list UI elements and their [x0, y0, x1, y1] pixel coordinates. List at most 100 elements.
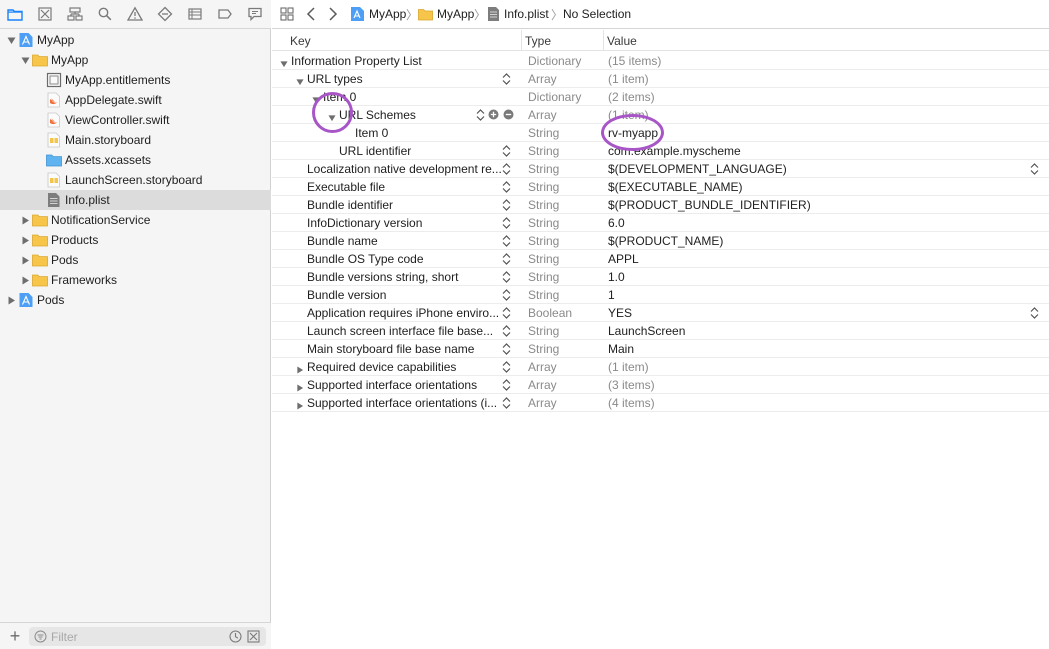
plist-value[interactable]: (2 items) — [608, 90, 655, 104]
plist-type[interactable]: Array — [528, 378, 557, 392]
search-icon[interactable] — [94, 4, 116, 24]
plist-key[interactable]: Bundle versions string, short — [307, 270, 458, 284]
tree-item[interactable]: Main.storyboard — [0, 130, 271, 150]
plist-value[interactable]: (1 item) — [608, 72, 649, 86]
key-stepper-icon[interactable] — [502, 144, 511, 158]
plist-type[interactable]: Array — [528, 360, 557, 374]
plist-key[interactable]: Item 0 — [355, 126, 388, 140]
plist-row[interactable]: Bundle versions string, short String 1.0 — [272, 268, 1049, 286]
plist-value[interactable]: $(EXECUTABLE_NAME) — [608, 180, 742, 194]
plist-type[interactable]: String — [528, 144, 559, 158]
plist-value[interactable]: YES — [608, 306, 632, 320]
tree-item[interactable]: AppDelegate.swift — [0, 90, 271, 110]
plist-type[interactable]: Dictionary — [528, 90, 581, 104]
plist-type[interactable]: String — [528, 198, 559, 212]
hierarchy-icon[interactable] — [64, 4, 86, 24]
key-column-header[interactable]: Key — [290, 34, 311, 48]
disclosure-closed-icon[interactable] — [20, 275, 30, 285]
plist-value[interactable]: 1.0 — [608, 270, 625, 284]
column-divider[interactable] — [603, 30, 604, 51]
plist-value[interactable]: (3 items) — [608, 378, 655, 392]
disclosure-closed-icon[interactable] — [20, 215, 30, 225]
recent-files-icon[interactable] — [229, 630, 242, 643]
key-stepper-icon[interactable] — [502, 162, 511, 176]
plist-row[interactable]: Bundle name String $(PRODUCT_NAME) — [272, 232, 1049, 250]
plist-value[interactable]: 1 — [608, 288, 615, 302]
column-divider[interactable] — [521, 30, 522, 51]
plist-key[interactable]: Supported interface orientations (i... — [307, 396, 497, 410]
plist-type[interactable]: String — [528, 162, 559, 176]
tree-item[interactable]: Assets.xcassets — [0, 150, 271, 170]
plist-value[interactable]: com.example.myscheme — [608, 144, 741, 158]
plist-value[interactable]: (15 items) — [608, 54, 661, 68]
plist-row[interactable]: Bundle identifier String $(PRODUCT_BUNDLE_… — [272, 196, 1049, 214]
plist-type[interactable]: String — [528, 180, 559, 194]
plist-value[interactable]: (4 items) — [608, 396, 655, 410]
plist-type[interactable]: String — [528, 216, 559, 230]
test-icon[interactable] — [154, 4, 176, 24]
plist-key[interactable]: URL types — [307, 72, 363, 86]
disclosure-open-icon[interactable] — [20, 55, 30, 65]
tree-item[interactable]: LaunchScreen.storyboard — [0, 170, 271, 190]
value-popup-icon[interactable] — [1030, 162, 1039, 176]
key-stepper-icon[interactable] — [502, 378, 511, 392]
report-icon[interactable] — [244, 4, 266, 24]
key-stepper-icon[interactable] — [502, 360, 511, 374]
plist-value[interactable]: $(PRODUCT_BUNDLE_IDENTIFIER) — [608, 198, 811, 212]
tree-item[interactable]: ViewController.swift — [0, 110, 271, 130]
plist-value[interactable]: APPL — [608, 252, 639, 266]
plist-row[interactable]: Main storyboard file base name String Main — [272, 340, 1049, 358]
plist-key[interactable]: Bundle OS Type code — [307, 252, 424, 266]
plist-value[interactable]: LaunchScreen — [608, 324, 685, 338]
plist-type[interactable]: Array — [528, 72, 557, 86]
add-file-button[interactable]: + — [6, 627, 24, 645]
plist-key[interactable]: Application requires iPhone enviro... — [307, 306, 499, 320]
plist-key[interactable]: Launch screen interface file base... — [307, 324, 493, 338]
breadcrumb-group[interactable]: MyApp — [437, 7, 474, 21]
plist-key[interactable]: Required device capabilities — [307, 360, 456, 374]
source-control-icon[interactable] — [34, 4, 56, 24]
plist-row[interactable]: URL Schemes Array (1 item) — [272, 106, 1049, 124]
plist-key[interactable]: InfoDictionary version — [307, 216, 422, 230]
plist-key[interactable]: Bundle version — [307, 288, 386, 302]
value-popup-icon[interactable] — [1030, 306, 1039, 320]
plist-key[interactable]: Bundle name — [307, 234, 378, 248]
key-stepper-icon[interactable] — [502, 216, 511, 230]
disclosure-open-icon[interactable] — [280, 57, 288, 68]
plist-type[interactable]: String — [528, 342, 559, 356]
plist-value[interactable]: 6.0 — [608, 216, 625, 230]
plist-row[interactable]: Item 0 Dictionary (2 items) — [272, 88, 1049, 106]
tree-item[interactable]: MyApp — [0, 50, 271, 70]
plist-row[interactable]: Item 0 String rv-myapp — [272, 124, 1049, 142]
breakpoint-icon[interactable] — [214, 4, 236, 24]
plist-key[interactable]: Information Property List — [291, 54, 422, 68]
plist-value[interactable]: Main — [608, 342, 634, 356]
breadcrumb-project[interactable]: MyApp — [369, 7, 406, 21]
plist-value[interactable]: rv-myapp — [608, 126, 658, 140]
plist-row[interactable]: URL types Array (1 item) — [272, 70, 1049, 88]
plist-key[interactable]: URL Schemes — [339, 108, 416, 122]
plist-type[interactable]: Array — [528, 396, 557, 410]
plist-key[interactable]: Bundle identifier — [307, 198, 393, 212]
plist-row[interactable]: Bundle version String 1 — [272, 286, 1049, 304]
tree-item[interactable]: MyApp.entitlements — [0, 70, 271, 90]
key-stepper-icon[interactable] — [502, 396, 511, 410]
tree-item[interactable]: NotificationService — [0, 210, 271, 230]
key-stepper-icon[interactable] — [502, 324, 511, 338]
plist-key[interactable]: Main storyboard file base name — [307, 342, 474, 356]
plist-value[interactable]: (1 item) — [608, 360, 649, 374]
plist-type[interactable]: String — [528, 126, 559, 140]
folder-icon[interactable] — [4, 4, 26, 24]
plist-value[interactable]: $(DEVELOPMENT_LANGUAGE) — [608, 162, 787, 176]
filter-input[interactable] — [51, 628, 221, 645]
tree-item[interactable]: MyApp — [0, 30, 271, 50]
plist-value[interactable]: $(PRODUCT_NAME) — [608, 234, 723, 248]
tree-item[interactable]: Pods — [0, 250, 271, 270]
plist-value[interactable]: (1 item) — [608, 108, 649, 122]
key-stepper-icon[interactable] — [502, 342, 511, 356]
warning-icon[interactable] — [124, 4, 146, 24]
plist-row[interactable]: InfoDictionary version String 6.0 — [272, 214, 1049, 232]
disclosure-closed-icon[interactable] — [296, 399, 304, 410]
add-item-icon[interactable] — [488, 109, 499, 120]
breadcrumb-selection[interactable]: No Selection — [563, 7, 631, 21]
